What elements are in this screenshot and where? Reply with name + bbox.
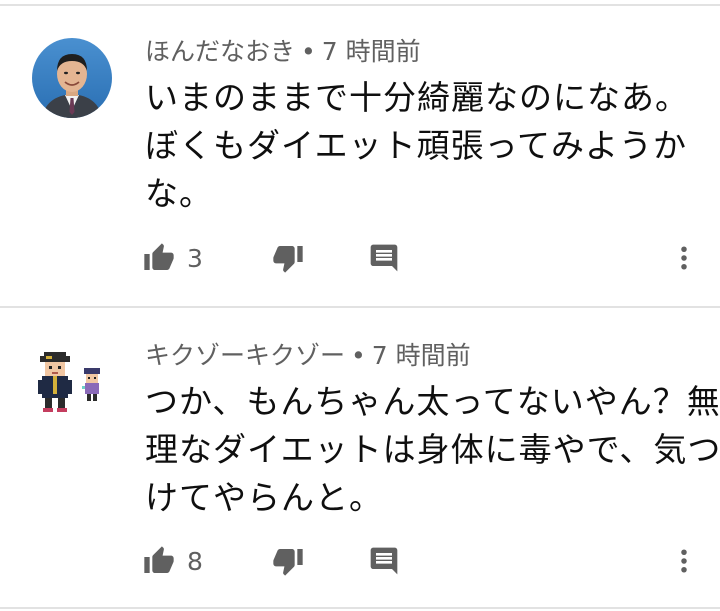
comment-line: 理なダイエットは身体に毒やで、気つ — [145, 430, 720, 469]
avatar[interactable] — [32, 38, 112, 118]
thumbs-up-icon — [144, 546, 174, 573]
more-options-button[interactable] — [669, 541, 699, 581]
bottom-divider — [0, 607, 720, 609]
like-count: 8 — [187, 546, 203, 576]
avatar[interactable] — [32, 344, 112, 424]
comment-meta: ほんだなおき • 7 時間前 — [145, 36, 421, 68]
comment-line: けてやらんと。 — [145, 478, 383, 517]
comment-reply-icon — [370, 547, 398, 575]
comment-line: つか、もんちゃん太ってないやん？無 — [145, 382, 720, 421]
thumbs-up-icon — [144, 243, 174, 270]
comment-item: キクゾーキクゾー • 7 時間前 つか、もんちゃん太ってないやん？無 理なダイエット… — [0, 308, 720, 611]
thumbs-down-icon — [273, 549, 303, 576]
author-name[interactable]: キクゾーキクゾー — [145, 341, 345, 370]
comment-text: つか、もんちゃん太ってないやん？無 理なダイエットは身体に毒やで、気つ けてやら… — [145, 378, 720, 522]
reply-button[interactable] — [368, 238, 400, 278]
comment-actions: 8 — [0, 541, 720, 581]
timestamp[interactable]: 7 時間前 — [322, 37, 421, 66]
comment-text: いまのままで十分綺麗なのになあ。 ぼくもダイエット頑張ってみようか な。 — [145, 74, 690, 218]
timestamp[interactable]: 7 時間前 — [372, 341, 471, 370]
meta-separator: • — [301, 37, 316, 66]
reply-button[interactable] — [368, 541, 400, 581]
comment-meta: キクゾーキクゾー • 7 時間前 — [145, 340, 471, 372]
dislike-button[interactable] — [272, 541, 304, 581]
like-count: 3 — [187, 243, 203, 273]
comment-reply-icon — [370, 244, 398, 272]
author-name[interactable]: ほんだなおき — [145, 37, 295, 66]
pixel-characters-icon — [32, 344, 112, 424]
dislike-button[interactable] — [272, 238, 304, 278]
meta-separator: • — [351, 341, 366, 370]
more-options-button[interactable] — [669, 238, 699, 278]
like-button[interactable]: 3 — [143, 238, 203, 278]
person-photo-icon — [32, 38, 112, 118]
comment-item: ほんだなおき • 7 時間前 いまのままで十分綺麗なのになあ。 ぼくもダイエット頑張… — [0, 0, 720, 306]
more-vert-icon — [681, 246, 687, 270]
more-vert-icon — [681, 549, 687, 573]
thumbs-down-icon — [273, 246, 303, 273]
comment-line: な。 — [145, 174, 213, 213]
comment-line: いまのままで十分綺麗なのになあ。 — [145, 78, 689, 117]
comment-line: ぼくもダイエット頑張ってみようか — [145, 126, 688, 165]
like-button[interactable]: 8 — [143, 541, 203, 581]
comment-actions: 3 — [0, 238, 720, 278]
